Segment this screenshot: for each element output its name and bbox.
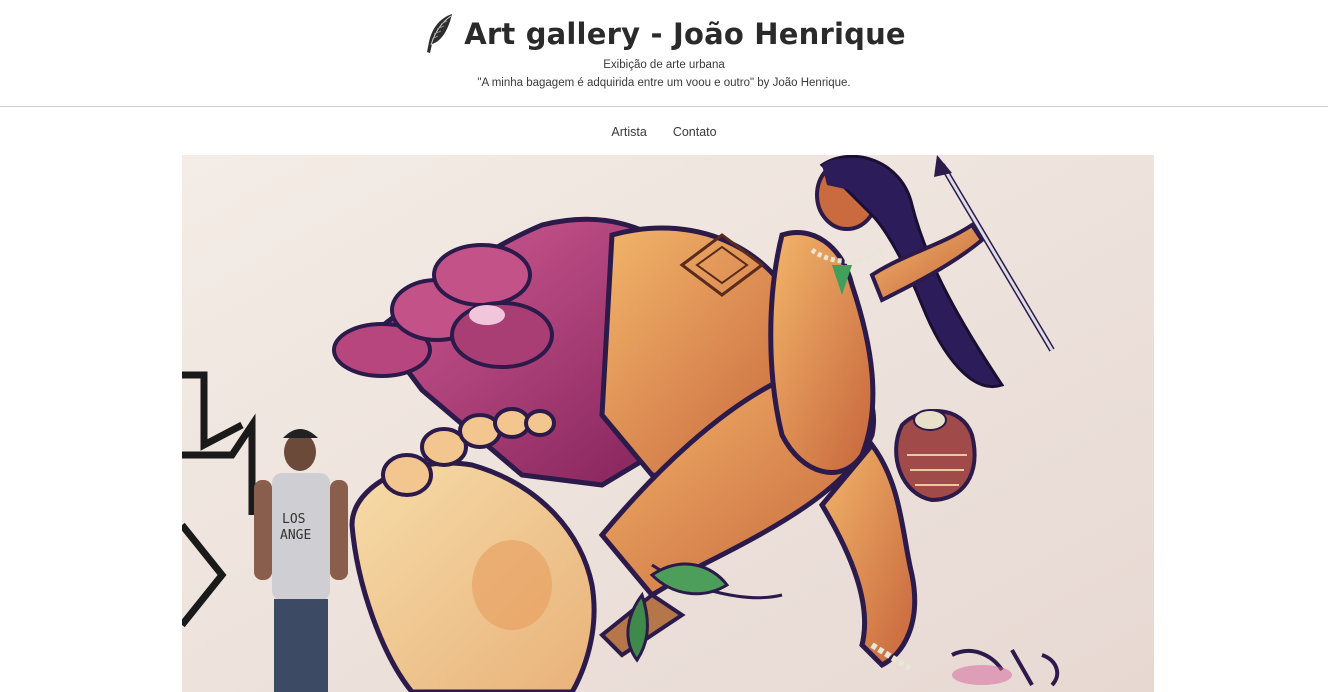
- site-quote: "A minha bagagem é adquirida entre um vo…: [477, 77, 851, 89]
- title-row: Art gallery - João Henrique: [0, 10, 1328, 58]
- site-header: Art gallery - João Henrique Exibição de …: [0, 0, 1328, 107]
- main-nav: Artista Contato: [0, 118, 1328, 146]
- svg-text:ANGE: ANGE: [280, 528, 311, 543]
- nav-link-artista[interactable]: Artista: [611, 125, 646, 139]
- svg-text:LOS: LOS: [282, 512, 305, 527]
- site-title: Art gallery - João Henrique: [464, 17, 906, 51]
- graffiti-mural-image: LOS ANGE: [182, 155, 1154, 692]
- site-subtitle: Exibição de arte urbana: [603, 59, 725, 71]
- feather-quill-icon: [422, 12, 456, 56]
- nav-link-contato[interactable]: Contato: [673, 125, 717, 139]
